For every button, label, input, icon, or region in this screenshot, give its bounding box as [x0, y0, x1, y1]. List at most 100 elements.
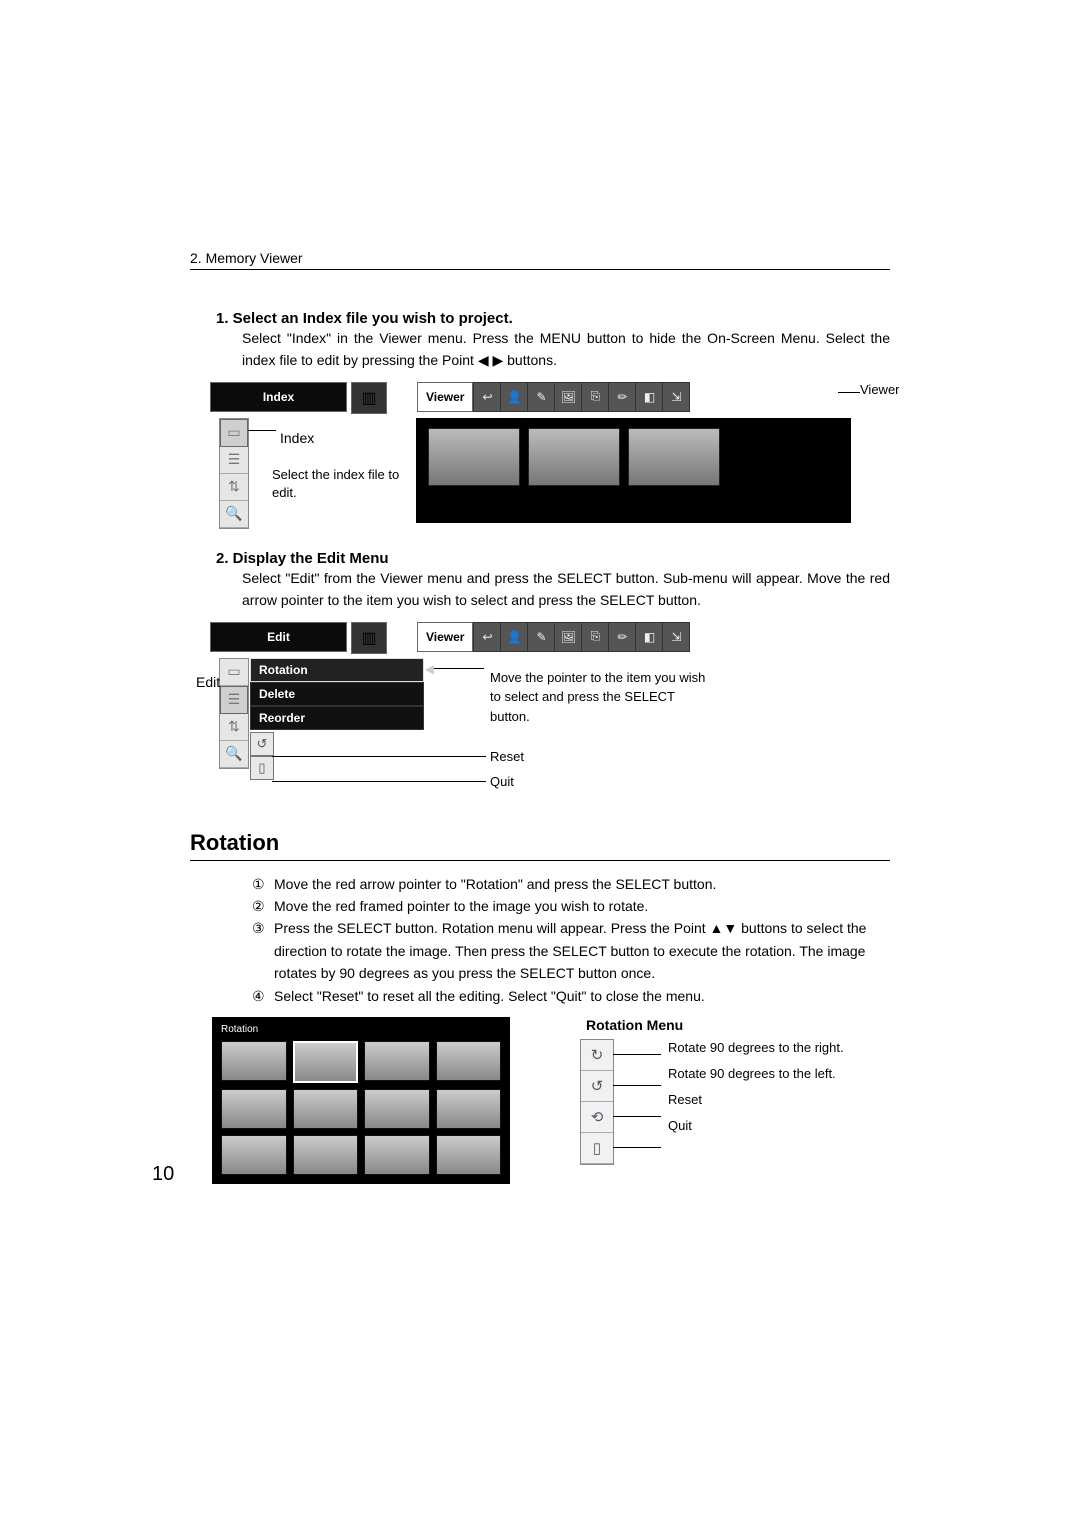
rotation-step-3: Press the SELECT button. Rotation menu w… — [274, 917, 890, 984]
step1-title: 1. Select an Index file you wish to proj… — [216, 310, 890, 327]
sidebar-edit-icon[interactable]: ☰ — [220, 447, 248, 474]
submenu-quit-icon[interactable]: ▯ — [250, 756, 274, 780]
toolbar-icon[interactable]: ◧ — [635, 383, 662, 411]
toolbar-icon[interactable]: 🖼 — [554, 383, 581, 411]
point-lr-icon: ◀ ▶ — [478, 352, 503, 368]
menubar-edit-label[interactable]: Edit — [210, 622, 347, 652]
rotation-thumb-selected[interactable] — [293, 1041, 359, 1083]
toolbar-icon[interactable]: 🖼 — [554, 623, 581, 651]
index-thumb[interactable] — [428, 428, 520, 486]
step-num-1: ① — [252, 873, 274, 895]
toolbar-icons: ↩ 👤 ✎ 🖼 ⎘ ✏ ◧ ⇲ — [473, 622, 690, 652]
step-num-3: ③ — [252, 917, 274, 984]
pointer-arrow-icon: ◀ — [425, 662, 434, 676]
menubar: Edit ▥ Viewer ↩ 👤 ✎ 🖼 ⎘ ✏ ◧ ⇲ — [210, 622, 890, 652]
rotation-reset-icon[interactable]: ⟲ — [581, 1102, 613, 1133]
rotation-quit-icon[interactable]: ▯ — [581, 1133, 613, 1164]
sidebar-reorder-icon[interactable]: ⇅ — [220, 714, 248, 741]
toolbar-icon[interactable]: ⎘ — [581, 383, 608, 411]
rotation-thumb[interactable] — [364, 1041, 430, 1081]
menubar-edit-icon: ▥ — [351, 622, 387, 654]
menubar: Index ▥ Viewer ↩ 👤 ✎ 🖼 ⎘ ✏ ◧ ⇲ — [210, 382, 890, 412]
rotation-thumb[interactable] — [364, 1135, 430, 1175]
rotation-step-2: Move the red framed pointer to the image… — [274, 895, 648, 917]
toolbar-icon[interactable]: ⎘ — [581, 623, 608, 651]
toolbar-icon[interactable]: ↩ — [474, 623, 500, 651]
chapter-header: 2. Memory Viewer — [190, 250, 890, 270]
rotation-menu: ↻ ↺ ⟲ ▯ — [580, 1039, 614, 1165]
rotation-thumb[interactable] — [436, 1135, 502, 1175]
rotation-quit-label: Quit — [668, 1117, 844, 1135]
submenu-reset-icon[interactable]: ↺ — [250, 732, 274, 756]
sidebar-index-icon[interactable]: ▭ — [220, 419, 248, 447]
rotation-thumb[interactable] — [436, 1041, 502, 1081]
figure-index-menu: Index ▥ Viewer ↩ 👤 ✎ 🖼 ⎘ ✏ ◧ ⇲ Viewer ▭ … — [210, 382, 890, 532]
rotation-preview: Rotation — [212, 1017, 510, 1184]
step-num-2: ② — [252, 895, 274, 917]
figure-rotation: Rotation Rotation Menu ↻ — [212, 1017, 890, 1184]
step2-title: 2. Display the Edit Menu — [216, 550, 890, 567]
step2-body: Select "Edit" from the Viewer menu and p… — [242, 567, 890, 612]
figure-edit-menu: Edit ▥ Viewer ↩ 👤 ✎ 🖼 ⎘ ✏ ◧ ⇲ ▭ ☰ ⇅ 🔍 Ed… — [210, 622, 890, 822]
rotation-thumb[interactable] — [221, 1041, 287, 1081]
rotation-thumb[interactable] — [364, 1089, 430, 1129]
submenu-delete[interactable]: Delete — [250, 682, 424, 706]
rotation-thumb[interactable] — [221, 1135, 287, 1175]
rotation-thumb[interactable] — [293, 1135, 359, 1175]
rotation-step-1: Move the red arrow pointer to "Rotation"… — [274, 873, 716, 895]
sidebar-edit-icon[interactable]: ☰ — [220, 686, 248, 714]
rotation-steps: ①Move the red arrow pointer to "Rotation… — [252, 873, 890, 1007]
toolbar-icon[interactable]: ✏ — [608, 623, 635, 651]
submenu-reorder[interactable]: Reorder — [250, 706, 424, 730]
toolbar-icon[interactable]: ⇲ — [662, 383, 689, 411]
sidebar-search-icon[interactable]: 🔍 — [220, 741, 248, 768]
toolbar-icon[interactable]: 👤 — [500, 383, 527, 411]
menubar-index-text: Index — [263, 390, 294, 404]
step-num-4: ④ — [252, 985, 274, 1007]
menubar-edit-text: Edit — [267, 630, 290, 644]
index-thumb[interactable] — [628, 428, 720, 486]
rotation-heading: Rotation — [190, 830, 890, 861]
rotation-thumb[interactable] — [293, 1089, 359, 1129]
toolbar-icon[interactable]: ↩ — [474, 383, 500, 411]
toolbar-icon[interactable]: ✎ — [527, 623, 554, 651]
rotate-left-icon[interactable]: ↺ — [581, 1071, 613, 1102]
rotate-left-label: Rotate 90 degrees to the left. — [668, 1065, 844, 1083]
rotation-menu-heading: Rotation Menu — [586, 1017, 844, 1033]
viewer-callout: Viewer — [860, 382, 900, 397]
step1-body-b: buttons. — [503, 352, 557, 368]
step1-body: Select "Index" in the Viewer menu. Press… — [242, 327, 890, 372]
index-preview-area — [416, 418, 851, 523]
viewer-sidebar: ▭ ☰ ⇅ 🔍 — [219, 418, 249, 529]
index-callout: Index — [280, 430, 314, 446]
sidebar-reorder-icon[interactable]: ⇅ — [220, 474, 248, 501]
rotation-thumb[interactable] — [221, 1089, 287, 1129]
sidebar-index-icon[interactable]: ▭ — [220, 659, 248, 686]
menubar-index-icon: ▥ — [351, 382, 387, 414]
index-thumb[interactable] — [528, 428, 620, 486]
rotation-thumb[interactable] — [436, 1089, 502, 1129]
toolbar-icon[interactable]: ◧ — [635, 623, 662, 651]
toolbar-icon[interactable]: ✏ — [608, 383, 635, 411]
rotation-preview-title: Rotation — [217, 1022, 505, 1037]
rotate-right-label: Rotate 90 degrees to the right. — [668, 1039, 844, 1057]
toolbar-icon[interactable]: 👤 — [500, 623, 527, 651]
edit-submenu: Rotation ◀ Delete Reorder ↺ ▯ — [250, 658, 430, 780]
rotation-step-4: Select "Reset" to reset all the editing.… — [274, 985, 705, 1007]
edit-submenu-note: Move the pointer to the item you wish to… — [490, 668, 710, 727]
step1-body-a: Select "Index" in the Viewer menu. Press… — [242, 330, 890, 368]
reset-callout: Reset — [490, 749, 524, 764]
page-number: 10 — [152, 1163, 174, 1186]
submenu-rotation[interactable]: Rotation — [250, 658, 424, 682]
toolbar-icon[interactable]: ✎ — [527, 383, 554, 411]
sidebar-search-icon[interactable]: 🔍 — [220, 501, 248, 528]
edit-callout: Edit — [196, 674, 220, 690]
rotate-right-icon[interactable]: ↻ — [581, 1040, 613, 1071]
select-file-caption: Select the index file to edit. — [272, 466, 402, 502]
menubar-viewer-label: Viewer — [417, 622, 473, 652]
quit-callout: Quit — [490, 774, 514, 789]
menubar-viewer-label: Viewer — [417, 382, 473, 412]
menubar-index-label[interactable]: Index — [210, 382, 347, 412]
toolbar-icon[interactable]: ⇲ — [662, 623, 689, 651]
rotation-reset-label: Reset — [668, 1091, 844, 1109]
